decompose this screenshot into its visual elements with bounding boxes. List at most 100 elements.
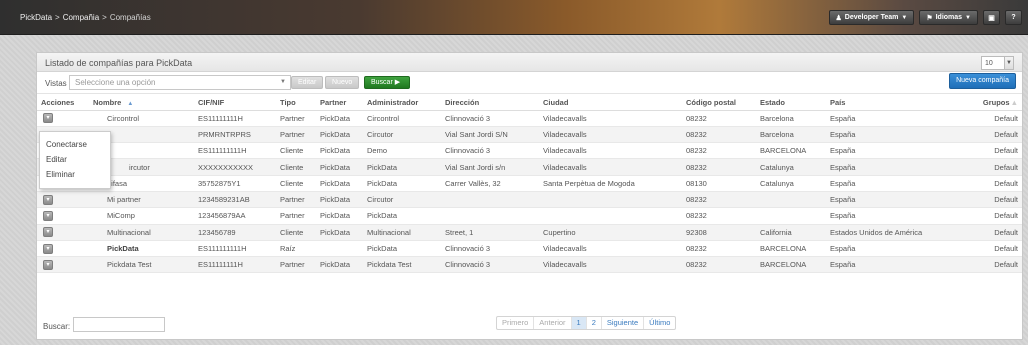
user-icon: ♟ (835, 14, 842, 22)
actions-cell: ▾ (37, 256, 89, 274)
column-header-grupos-label: Grupos (982, 98, 1010, 108)
menu-item-eliminar[interactable]: Eliminar (40, 167, 110, 182)
cell-pais: España (826, 142, 966, 160)
table-row[interactable]: ircutor XXXXXXXXXXX Cliente PickData PickDat… (37, 158, 1022, 176)
column-header-grupos[interactable]: Grupos▲ (966, 96, 1022, 111)
chevron-down-icon: ▼ (280, 79, 286, 85)
cell-tipo: Partner (276, 126, 316, 144)
column-header-direccion[interactable]: Dirección (441, 96, 539, 111)
column-header-codigo-postal[interactable]: Código postal (682, 96, 756, 111)
column-header-tipo[interactable]: Tipo (276, 96, 316, 111)
search-input[interactable] (73, 317, 165, 332)
cell-tipo: Partner (276, 256, 316, 274)
row-actions-icon[interactable]: ▾ (43, 194, 53, 205)
page-size-select[interactable]: 10 ▼ (981, 56, 1014, 70)
chevron-down-icon: ▼ (965, 14, 971, 21)
table-row[interactable]: ▾ PickData ES111111111H Raíz PickData Clinnov… (37, 240, 1022, 258)
cell-cif: 35752875Y1 (194, 175, 276, 192)
cell-nombre: Multinacional (89, 224, 194, 241)
cell-cif: ES111111111H (194, 240, 276, 258)
cell-grupos: Default (966, 175, 1022, 192)
cell-cif: XXXXXXXXXXX (194, 158, 276, 176)
table-row[interactable]: ▾ Pickdata Test ES11111111H Partner PickData… (37, 256, 1022, 274)
play-icon: ▶ (394, 79, 401, 86)
cell-codigo-postal: 08232 (682, 158, 756, 176)
developer-team-menu-button[interactable]: ♟ Developer Team ▼ (828, 10, 915, 25)
table-row[interactable]: ▾ Circontrol ES11111111H Partner PickData Cir… (37, 110, 1022, 127)
cell-estado: Barcelona (756, 126, 826, 144)
sort-asc-icon: ▲ (127, 101, 134, 108)
breadcrumb-item-pickdata[interactable]: PickData (20, 13, 52, 22)
help-button[interactable]: ? (1005, 10, 1022, 25)
companies-table: Acciones Nombre ▲ CIF/NIF Tipo Partner Ad… (37, 96, 1022, 274)
pager-first[interactable]: Primero (497, 317, 535, 329)
flag-icon: ⚑ (926, 14, 933, 22)
cell-ciudad: Viladecavalls (539, 142, 682, 160)
cell-estado (756, 207, 826, 225)
column-header-pais[interactable]: País (826, 96, 966, 111)
table-row[interactable]: ▾Lifasa35752875Y1ClientePickDataPickData… (37, 175, 1022, 192)
column-header-cif[interactable]: CIF/NIF (194, 96, 276, 111)
column-header-administrador[interactable]: Administrador (363, 96, 441, 111)
new-button[interactable]: Nuevo (325, 76, 360, 89)
cell-cif: ES111111111H (194, 142, 276, 160)
pager-next[interactable]: Siguiente (602, 317, 645, 329)
table-row[interactable]: ▾ Mi partner 1234589231AB Partner PickData Ci… (37, 191, 1022, 209)
cell-grupos: Default (966, 126, 1022, 144)
menu-item-editar[interactable]: Editar (40, 152, 110, 167)
pager-last[interactable]: Último (644, 317, 675, 329)
cell-administrador: Multinacional (363, 224, 441, 241)
cell-tipo: Cliente (276, 224, 316, 241)
table-row[interactable]: PRMRNTRPRS Partner PickData Circutor Vial Sa… (37, 126, 1022, 144)
row-actions-icon[interactable]: ▾ (43, 243, 53, 254)
idiomas-label: Idiomas (935, 14, 963, 21)
cell-cif: 1234589231AB (194, 191, 276, 209)
cell-codigo-postal: 08232 (682, 191, 756, 209)
companies-panel: Listado de compañías para PickData 10 ▼ … (36, 52, 1023, 340)
cell-pais: España (826, 158, 966, 176)
column-header-estado[interactable]: Estado (756, 96, 826, 111)
actions-cell: ▾ (37, 191, 89, 209)
cell-cif: ES11111111H (194, 256, 276, 274)
row-actions-icon[interactable]: ▾ (43, 210, 53, 221)
column-header-nombre[interactable]: Nombre ▲ (89, 96, 194, 111)
cell-direccion (441, 191, 539, 209)
idiomas-menu-button[interactable]: ⚑ Idiomas ▼ (919, 10, 978, 25)
cell-tipo: Partner (276, 207, 316, 225)
cell-direccion: Street, 1 (441, 224, 539, 241)
breadcrumb-item-compania[interactable]: Compañia (63, 13, 99, 22)
menu-item-conectarse[interactable]: Conectarse (40, 137, 110, 152)
cell-estado (756, 191, 826, 209)
table-row[interactable]: ES111111111H Cliente PickData Demo Clinnovac… (37, 142, 1022, 160)
column-header-ciudad[interactable]: Ciudad (539, 96, 682, 111)
cell-tipo: Cliente (276, 142, 316, 160)
table-row[interactable]: ▾ MiComp 123456879AA Partner PickData PickDat… (37, 207, 1022, 225)
cell-administrador: PickData (363, 158, 441, 176)
panel-header: Listado de compañías para PickData 10 ▼ (37, 53, 1022, 72)
pager-page-2[interactable]: 2 (587, 317, 602, 329)
cell-pais: España (826, 256, 966, 274)
screen-toggle-button[interactable]: ▣ (983, 10, 1000, 25)
table-row[interactable]: ▾ Multinacional 123456789 Cliente PickData Mu… (37, 224, 1022, 241)
column-header-partner[interactable]: Partner (316, 96, 363, 111)
row-actions-icon[interactable]: ▾ (43, 227, 53, 238)
cell-tipo: Partner (276, 191, 316, 209)
cell-partner: PickData (316, 224, 363, 241)
row-actions-icon[interactable]: ▾ (43, 113, 53, 124)
cell-partner: PickData (316, 191, 363, 209)
new-company-button[interactable]: Nueva compañía (949, 73, 1016, 89)
pager-page-1[interactable]: 1 (571, 317, 587, 329)
top-navigation-bar: PickData > Compañia > Compañías ♟ Develo… (0, 0, 1028, 35)
search-button[interactable]: Buscar ▶ (364, 76, 410, 89)
edit-button[interactable]: Editar (291, 76, 324, 89)
cell-direccion: Clinnovació 3 (441, 110, 539, 127)
cell-estado: BARCELONA (756, 256, 826, 274)
cell-grupos: Default (966, 158, 1022, 176)
cell-pais: España (826, 191, 966, 209)
cell-partner: PickData (316, 175, 363, 192)
row-actions-icon[interactable]: ▾ (43, 259, 53, 270)
pager-previous[interactable]: Anterior (534, 317, 572, 329)
cell-tipo: Raíz (276, 240, 316, 258)
vistas-select[interactable]: Seleccione una opción ▼ (69, 75, 291, 90)
developer-team-label: Developer Team (844, 14, 899, 21)
